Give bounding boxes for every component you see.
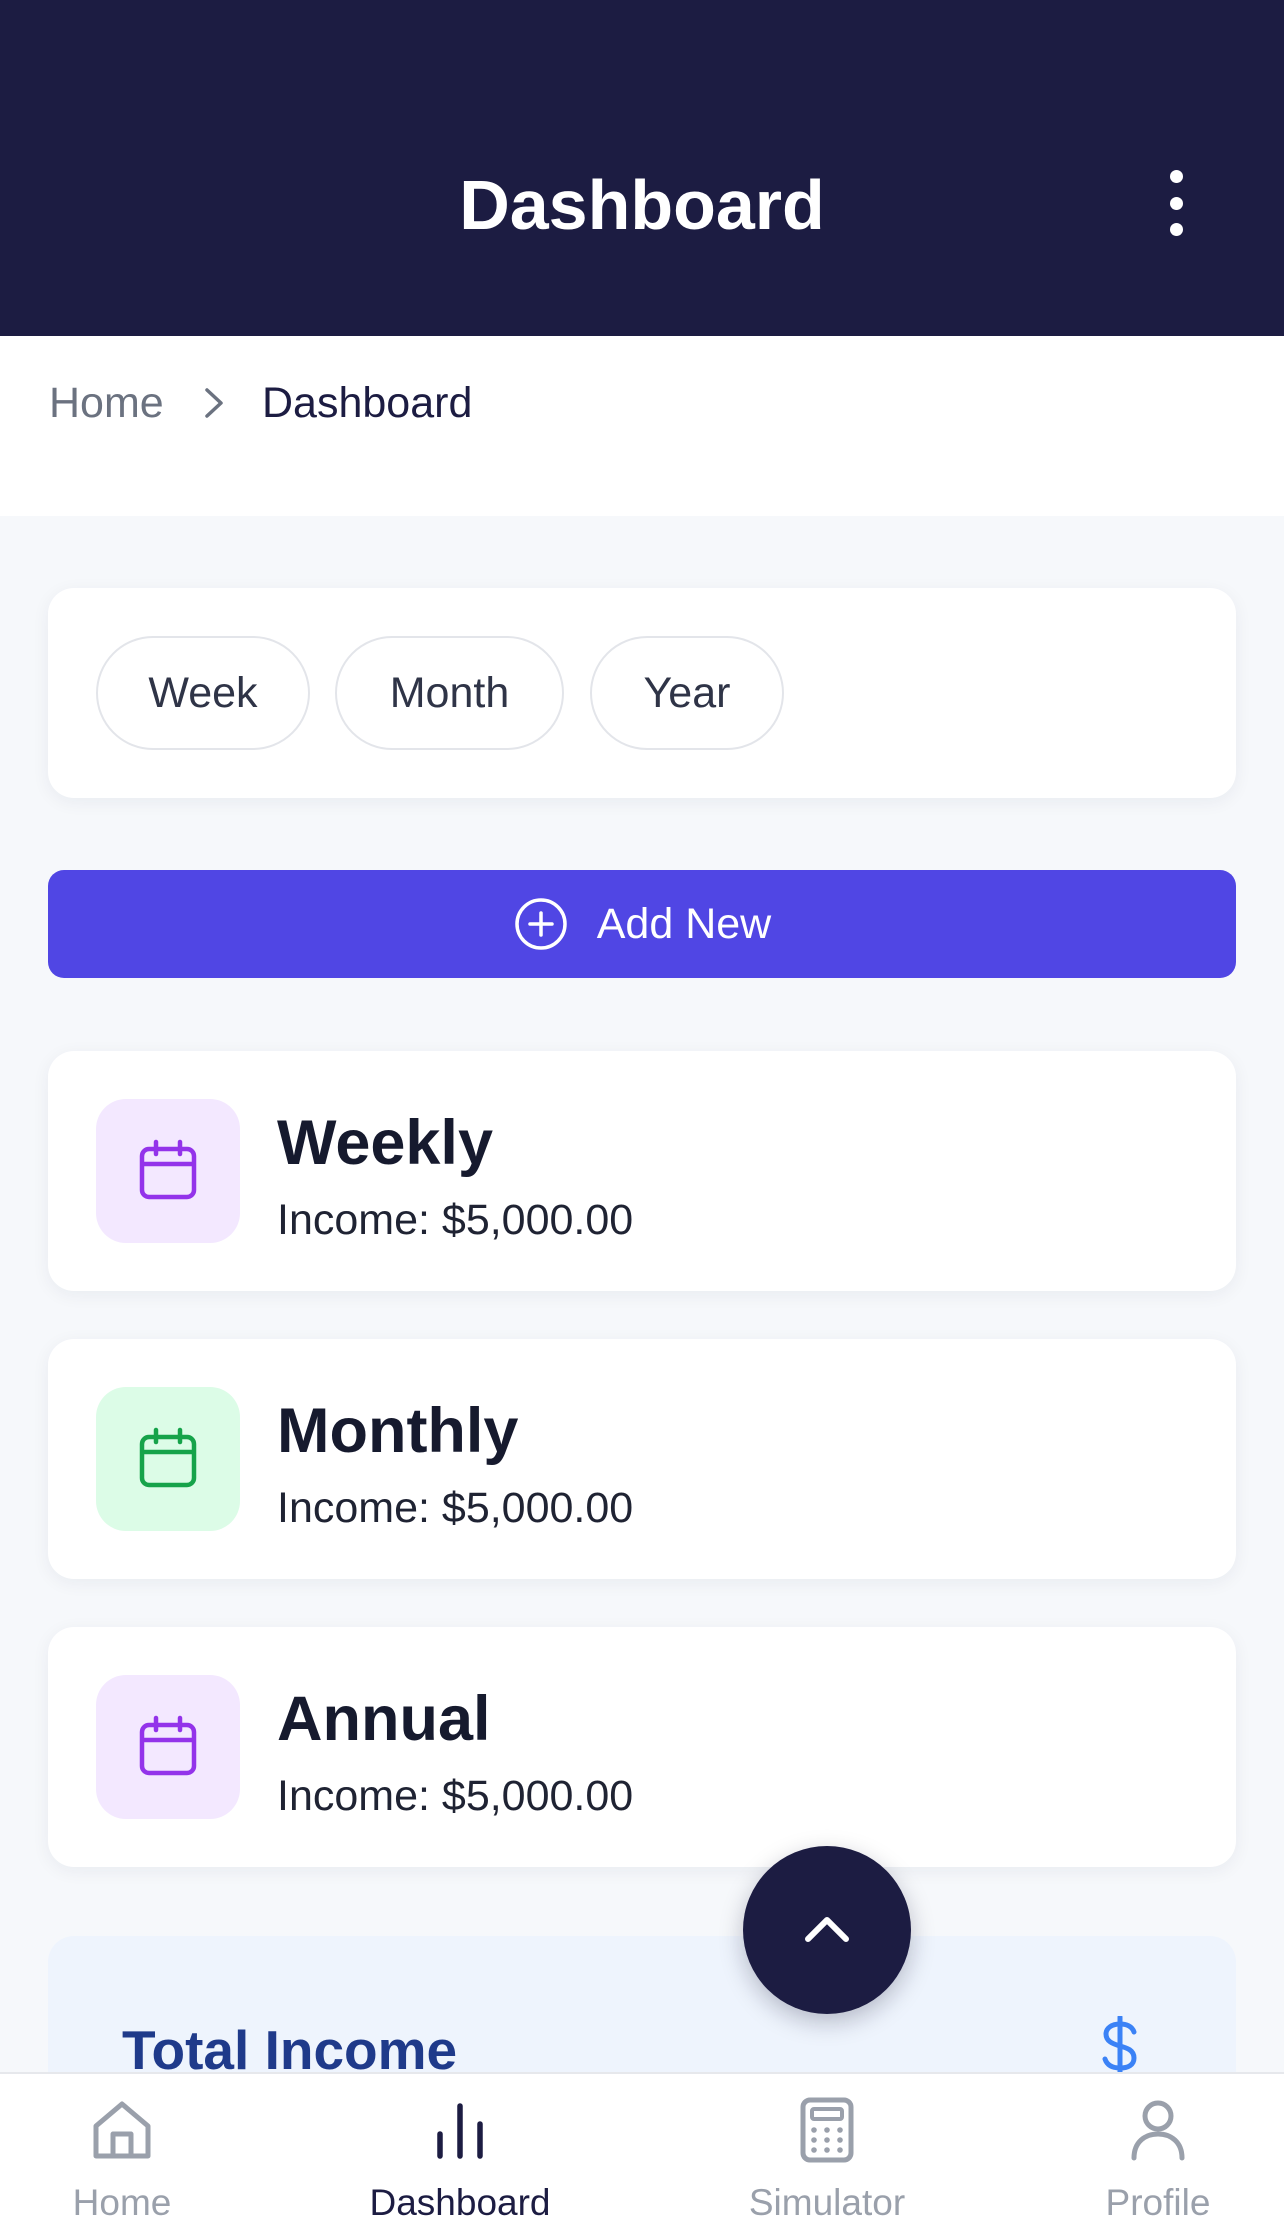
more-options-icon[interactable] [1150,170,1202,236]
nav-simulator-label: Simulator [748,2182,906,2223]
nav-profile-label: Profile [1105,2182,1211,2223]
card-title: Annual [277,1684,491,1754]
card-income: Income: $5,000.00 [277,1196,634,1244]
card-income: Income: $5,000.00 [277,1484,634,1532]
filter-week-button[interactable]: Week [96,636,310,750]
nav-home[interactable]: Home [12,2096,232,2226]
weekly-icon-box [96,1099,240,1243]
annual-icon-box [96,1675,240,1819]
dashboard-screen: Dashboard Home Dashboard Week Month Year… [0,0,1284,2229]
filter-month-button[interactable]: Month [335,636,564,750]
nav-simulator[interactable]: Simulator [717,2096,937,2226]
chevron-up-icon [805,1917,849,1942]
add-new-button[interactable]: Add New [48,870,1236,978]
card-title: Monthly [277,1396,519,1466]
calendar-icon [139,1139,197,1200]
add-new-label: Add New [596,899,772,948]
nav-profile[interactable]: Profile [1048,2096,1268,2226]
calendar-icon [139,1715,197,1776]
bottom-navigation: Home Dashboard Simulator Profile [0,2072,1284,2229]
chevron-right-icon [205,388,223,418]
card-title: Weekly [277,1108,493,1178]
scroll-top-button[interactable] [743,1846,911,2014]
income-card-annual[interactable]: Annual Income: $5,000.00 [48,1627,1236,1867]
breadcrumb-home-link[interactable]: Home [49,379,164,428]
income-card-weekly[interactable]: Weekly Income: $5,000.00 [48,1051,1236,1291]
app-header: Dashboard [0,0,1284,336]
user-icon [1131,2100,1185,2161]
breadcrumb-current: Dashboard [262,379,473,427]
nav-dashboard[interactable]: Dashboard [350,2096,570,2226]
nav-dashboard-label: Dashboard [369,2182,551,2223]
nav-home-label: Home [72,2182,172,2223]
card-income: Income: $5,000.00 [277,1772,634,1820]
period-filter-card: Week Month Year [48,588,1236,798]
calendar-icon [139,1427,197,1488]
page-title: Dashboard [459,166,825,244]
bar-chart-icon [437,2103,483,2159]
plus-circle-icon [515,898,567,950]
breadcrumb: Home Dashboard [0,336,1284,516]
income-card-monthly[interactable]: Monthly Income: $5,000.00 [48,1339,1236,1579]
dollar-icon [1102,2016,1137,2076]
filter-year-button[interactable]: Year [590,636,784,750]
calculator-icon [800,2097,854,2163]
monthly-icon-box [96,1387,240,1531]
home-icon [93,2101,151,2159]
